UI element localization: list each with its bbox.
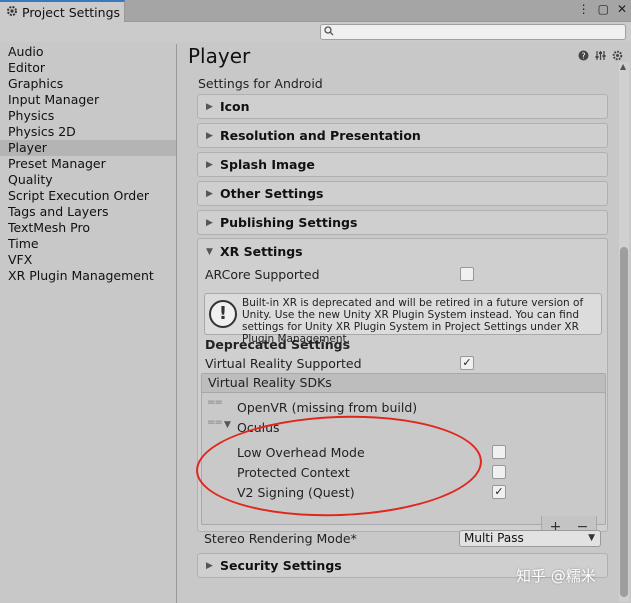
stereo-rendering-label: Stereo Rendering Mode* [204,531,357,546]
nav-item-editor[interactable]: Editor [0,60,176,76]
tab-title: Project Settings [22,4,121,20]
nav-item-quality[interactable]: Quality [0,172,176,188]
section-resolution[interactable]: ▶ Resolution and Presentation [197,123,608,148]
vr-supported-checkbox[interactable]: ✓ [460,356,474,370]
expanded-arrow-icon: ▼ [206,246,213,257]
nav-item-audio[interactable]: Audio [0,44,176,60]
title-bar: Project Settings ⋮ ▢ ✕ [0,0,631,22]
section-icon[interactable]: ▶ Icon [197,94,608,119]
scrollbar-thumb[interactable] [620,247,628,597]
nav-item-script-execution-order[interactable]: Script Execution Order [0,188,176,204]
collapsed-arrow-icon: ▶ [206,188,213,199]
settings-nav: Audio Editor Graphics Input Manager Phys… [0,44,177,603]
xr-settings-header[interactable]: ▼ XR Settings [206,244,303,259]
warning-icon: ! [209,300,237,328]
drag-handle-icon[interactable]: == [207,417,223,428]
player-settings-pane: Player ? Settings for Android ▶ Icon ▶ R… [178,42,631,603]
vr-supported-label: Virtual Reality Supported [205,356,362,371]
close-icon[interactable]: ✕ [617,2,627,16]
expanded-arrow-icon[interactable]: ▼ [224,420,231,430]
platform-label: Settings for Android [198,76,323,91]
scroll-up-icon[interactable]: ▲ [620,62,626,71]
protected-context-checkbox[interactable] [492,465,506,479]
section-publishing-settings[interactable]: ▶ Publishing Settings [197,210,608,235]
tab-project-settings[interactable]: Project Settings [0,0,125,22]
search-icon [324,26,334,39]
collapsed-arrow-icon: ▶ [206,159,213,170]
collapsed-arrow-icon: ▶ [206,130,213,141]
section-label: Resolution and Presentation [220,128,421,143]
deprecated-settings-heading: Deprecated Settings [205,337,351,352]
collapsed-arrow-icon: ▶ [206,101,213,112]
section-label: XR Settings [220,244,303,259]
section-label: Splash Image [220,157,315,172]
maximize-icon[interactable]: ▢ [598,2,609,16]
section-label: Publishing Settings [220,215,358,230]
section-other-settings[interactable]: ▶ Other Settings [197,181,608,206]
section-label: Security Settings [220,558,342,573]
arcore-label: ARCore Supported [205,267,320,282]
nav-item-physics[interactable]: Physics [0,108,176,124]
page-title: Player [188,44,251,68]
watermark: 知乎 @糯米 [516,567,596,585]
help-icon[interactable]: ? [578,50,589,64]
nav-item-xr-plugin-management[interactable]: XR Plugin Management [0,268,176,284]
collapsed-arrow-icon: ▶ [206,560,213,571]
nav-item-preset-manager[interactable]: Preset Manager [0,156,176,172]
search-row [0,22,631,42]
chevron-down-icon: ▼ [588,533,595,543]
nav-item-time[interactable]: Time [0,236,176,252]
more-menu-icon[interactable]: ⋮ [578,2,590,16]
preset-icon[interactable] [595,50,606,64]
stereo-rendering-dropdown[interactable]: Multi Pass ▼ [459,530,601,547]
nav-item-tags-and-layers[interactable]: Tags and Layers [0,204,176,220]
deprecation-helpbox: ! Built-in XR is deprecated and will be … [204,293,602,345]
section-splash-image[interactable]: ▶ Splash Image [197,152,608,177]
vertical-scrollbar[interactable]: ▲ [619,62,629,602]
nav-item-physics-2d[interactable]: Physics 2D [0,124,176,140]
svg-text:?: ? [581,52,585,61]
search-input[interactable] [320,24,626,40]
section-label: Other Settings [220,186,324,201]
stereo-rendering-value: Multi Pass [464,531,524,545]
sdk-openvr[interactable]: OpenVR (missing from build) [237,400,417,415]
nav-item-player[interactable]: Player [0,140,176,156]
low-overhead-checkbox[interactable] [492,445,506,459]
nav-item-graphics[interactable]: Graphics [0,76,176,92]
vr-sdks-header: Virtual Reality SDKs [202,374,605,393]
arcore-checkbox[interactable] [460,267,474,281]
nav-item-textmesh-pro[interactable]: TextMesh Pro [0,220,176,236]
drag-handle-icon[interactable]: == [207,397,223,408]
v2-signing-checkbox[interactable]: ✓ [492,485,506,499]
nav-item-input-manager[interactable]: Input Manager [0,92,176,108]
collapsed-arrow-icon: ▶ [206,217,213,228]
gear-icon [6,5,18,20]
nav-item-vfx[interactable]: VFX [0,252,176,268]
section-label: Icon [220,99,250,114]
